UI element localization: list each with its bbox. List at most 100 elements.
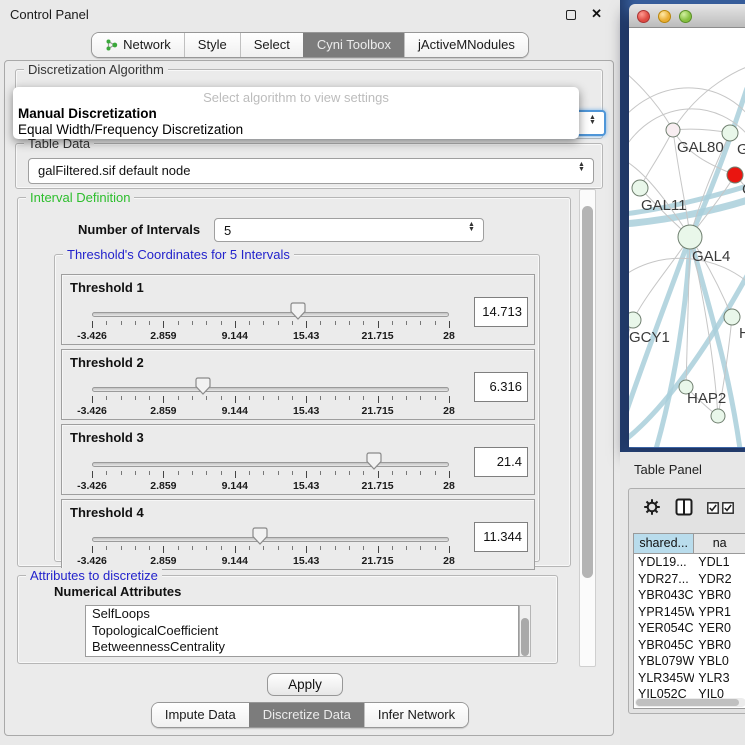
threshold-slider-thumb[interactable]: [252, 527, 268, 545]
float-icon[interactable]: [566, 10, 576, 20]
tick-label: 9.144: [222, 480, 248, 492]
network-node[interactable]: [724, 309, 740, 325]
attribute-list-item[interactable]: SelfLoops: [86, 606, 518, 623]
network-edge: [673, 129, 730, 133]
network-view-window: GAL80GCGAL11GAL4GCY1HHAP2: [629, 4, 745, 448]
threshold-label: Threshold 3: [70, 430, 144, 445]
split-column-icon[interactable]: [675, 498, 693, 516]
close-icon[interactable]: ✕: [591, 6, 602, 22]
tab-cyni-toolbox[interactable]: Cyni Toolbox: [303, 33, 404, 57]
checkbox-checked-icon[interactable]: [722, 502, 734, 514]
table-horizontal-scrollbar[interactable]: [635, 698, 745, 707]
attributes-group-label: Attributes to discretize: [26, 568, 162, 583]
threshold-panel-2: Threshold 2-3.4262.8599.14415.4321.71528…: [61, 349, 535, 420]
attribute-list-item[interactable]: BetweennessCentrality: [86, 639, 518, 656]
network-node-label: HAP2: [687, 390, 726, 407]
network-window-titlebar[interactable]: [629, 4, 745, 28]
table-cell: YLR3: [694, 670, 745, 687]
threshold-value-field[interactable]: 11.344: [474, 522, 528, 552]
column-header-shared-[interactable]: shared...: [634, 534, 694, 553]
bottom-tab-bar: Impute DataDiscretize DataInfer Network: [0, 702, 620, 728]
threshold-label: Threshold 2: [70, 355, 144, 370]
tick-label: -3.426: [77, 480, 107, 492]
tick-label: 15.43: [293, 555, 319, 567]
table-cell: YLR345W: [634, 670, 694, 687]
table-row[interactable]: YER054CYER0: [634, 620, 745, 637]
tab-discretize-data[interactable]: Discretize Data: [249, 703, 364, 727]
tick-label: 21.715: [362, 405, 394, 417]
checkbox-checked-icon[interactable]: [707, 502, 719, 514]
attributes-list-scrollbar[interactable]: [519, 605, 531, 657]
spinner-arrows-icon[interactable]: ▲▼: [467, 222, 476, 232]
threshold-slider-thumb[interactable]: [290, 302, 306, 320]
threshold-slider-thumb[interactable]: [195, 377, 211, 395]
tab-select[interactable]: Select: [240, 33, 303, 57]
tab-style[interactable]: Style: [184, 33, 240, 57]
tab-impute-data[interactable]: Impute Data: [152, 703, 249, 727]
gear-icon[interactable]: [643, 498, 661, 516]
close-traffic-light-icon[interactable]: [637, 10, 650, 23]
tick-label: 2.859: [150, 405, 176, 417]
table-row[interactable]: YDL19...YDL1: [634, 554, 745, 571]
tick-label: 28: [443, 330, 455, 342]
tab-network[interactable]: Network: [92, 33, 184, 57]
column-header-na[interactable]: na: [694, 534, 745, 553]
network-node[interactable]: [629, 312, 641, 328]
attribute-list-item[interactable]: TopologicalCoefficient: [86, 623, 518, 640]
tick-label: -3.426: [77, 555, 107, 567]
tick-label: 15.43: [293, 405, 319, 417]
cyni-toolbox-panel: Discretization Algorithm ▲▼ Select algor…: [4, 60, 614, 736]
threshold-slider-track[interactable]: [92, 462, 449, 467]
minimize-traffic-light-icon[interactable]: [658, 10, 671, 23]
table-data-combobox[interactable]: galFiltered.sif default node ▲▼: [28, 158, 594, 184]
network-edge: [629, 88, 745, 128]
menu-item-manual-discretization[interactable]: Manual Discretization: [18, 106, 157, 121]
control-panel-titlebar: Control Panel ✕: [0, 0, 620, 30]
table-cell: YER0: [694, 620, 745, 637]
threshold-slider-track[interactable]: [92, 537, 449, 542]
tick-label: 21.715: [362, 330, 394, 342]
number-of-intervals-combobox[interactable]: 5 ▲▼: [214, 218, 484, 242]
thresholds-group-label: Threshold's Coordinates for 5 Intervals: [63, 247, 294, 262]
threshold-slider-track[interactable]: [92, 312, 449, 317]
table-panel: Table Panel: [620, 452, 745, 745]
network-node[interactable]: [727, 167, 743, 183]
table-row[interactable]: YLR345WYLR3: [634, 670, 745, 687]
network-node[interactable]: [722, 125, 738, 141]
threshold-value-field[interactable]: 14.713: [474, 297, 528, 327]
threshold-value-field[interactable]: 21.4: [474, 447, 528, 477]
network-canvas[interactable]: GAL80GCGAL11GAL4GCY1HHAP2: [629, 28, 745, 447]
table-row[interactable]: YDR27...YDR2: [634, 571, 745, 588]
table-cell: YDL19...: [634, 554, 694, 571]
tick-label: 2.859: [150, 555, 176, 567]
threshold-slider-track[interactable]: [92, 387, 449, 392]
network-node-label: GAL80: [677, 139, 724, 156]
table-row[interactable]: YBL079WYBL0: [634, 653, 745, 670]
threshold-slider-thumb[interactable]: [366, 452, 382, 470]
tick-label: 28: [443, 480, 455, 492]
apply-button[interactable]: Apply: [267, 673, 343, 696]
network-node-label: G: [737, 141, 745, 158]
threshold-value-field[interactable]: 6.316: [474, 372, 528, 402]
table-row[interactable]: YBR045CYBR0: [634, 637, 745, 654]
network-node[interactable]: [678, 225, 702, 249]
spinner-arrows-icon[interactable]: ▲▼: [577, 162, 586, 172]
table-row[interactable]: YPR145WYPR1: [634, 604, 745, 621]
tab-infer-network[interactable]: Infer Network: [364, 703, 468, 727]
network-node[interactable]: [711, 409, 725, 423]
algorithm-placeholder: Select algorithm to view settings: [13, 90, 579, 105]
settings-vertical-scrollbar[interactable]: [579, 189, 596, 667]
tick-label: 28: [443, 405, 455, 417]
spinner-arrows-icon[interactable]: ▲▼: [588, 115, 597, 125]
network-node[interactable]: [632, 180, 648, 196]
network-node[interactable]: [666, 123, 680, 137]
network-node-label: GAL11: [641, 197, 687, 214]
table-cell: YDR2: [694, 571, 745, 588]
tab-jactivemnodules[interactable]: jActiveMNodules: [404, 33, 528, 57]
table-row[interactable]: YBR043CYBR0: [634, 587, 745, 604]
zoom-traffic-light-icon[interactable]: [679, 10, 692, 23]
menu-item-equal-width-frequency[interactable]: Equal Width/Frequency Discretization: [18, 122, 243, 137]
table-cell: YPR1: [694, 604, 745, 621]
threshold-panel-3: Threshold 3-3.4262.8599.14415.4321.71528…: [61, 424, 535, 495]
threshold-panel-1: Threshold 1-3.4262.8599.14415.4321.71528…: [61, 274, 535, 345]
